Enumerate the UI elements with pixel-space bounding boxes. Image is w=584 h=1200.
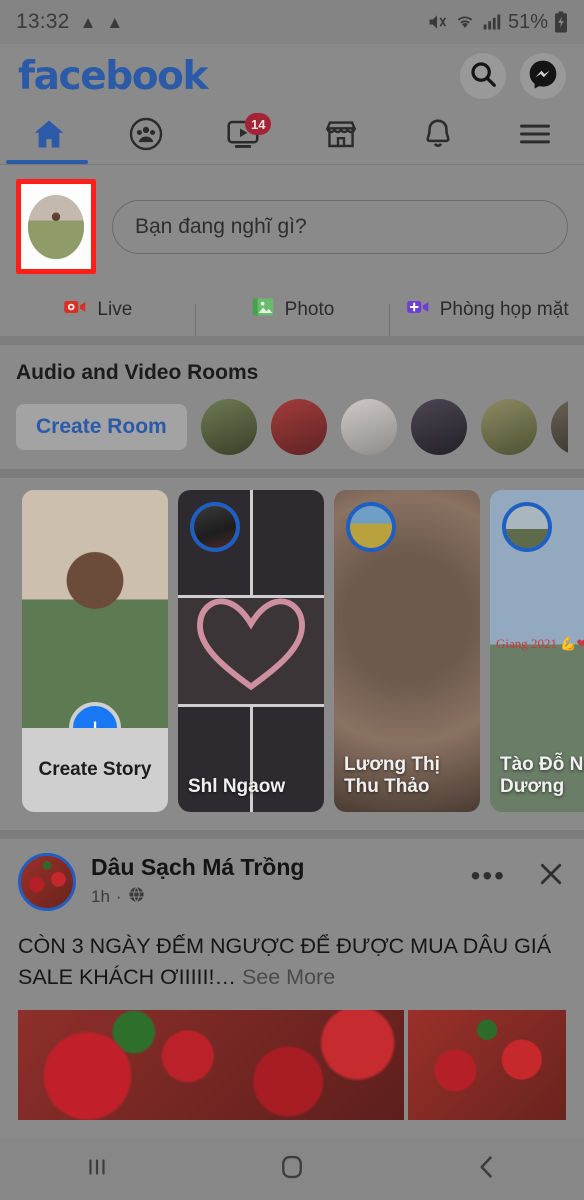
avatar-highlight-box[interactable]	[16, 179, 96, 274]
story-author-avatar	[502, 502, 552, 552]
photo-label: Photo	[284, 299, 335, 320]
sidebar-item-notifications[interactable]	[389, 108, 486, 164]
post-meta-line: 1h ·	[91, 886, 304, 908]
avatar[interactable]	[28, 194, 84, 259]
mute-icon	[426, 12, 448, 32]
post-header: Dâu Sạch Má Trồng 1h · •••	[18, 853, 566, 911]
rooms-list[interactable]: Create Room	[16, 399, 568, 455]
story-card[interactable]: Shl Ngaow	[178, 490, 324, 812]
stories-tray[interactable]: + Create Story Shl Ngaow Lương Thị Thu T…	[0, 478, 584, 830]
post-photo-grid[interactable]	[18, 1010, 566, 1121]
room-avatar-1[interactable]	[200, 399, 257, 455]
section-separator	[0, 469, 584, 478]
wifi-icon	[454, 12, 476, 32]
messenger-icon	[527, 58, 559, 95]
status-bar: 13:32 ▲ ▲ 51%	[0, 0, 584, 44]
home-button[interactable]	[195, 1153, 390, 1186]
bell-icon	[420, 116, 456, 157]
rooms-title: Audio and Video Rooms	[16, 361, 259, 384]
room-video-icon	[405, 294, 431, 326]
phone-screen: 13:32 ▲ ▲ 51% facebook 14 Bạn đang nghĩ …	[0, 0, 584, 1200]
post-body-text: CÒN 3 NGÀY ĐẾM NGƯỢC ĐỂ ĐƯỢC MUA DÂU GIÁ…	[18, 931, 566, 992]
post-photo-1[interactable]	[18, 1010, 404, 1121]
cellular-signal-icon	[482, 12, 502, 32]
battery-icon	[554, 11, 568, 33]
create-story-label: Create Story	[38, 759, 152, 780]
home-button-icon	[278, 1153, 306, 1186]
room-avatar-5[interactable]	[480, 399, 537, 455]
room-avatar-6[interactable]	[550, 399, 568, 455]
heart-drawing-icon	[192, 590, 310, 699]
post-timestamp: 1h	[91, 887, 110, 906]
more-options-icon[interactable]: •••	[471, 862, 506, 890]
live-label: Live	[97, 299, 133, 320]
sidebar-item-friends[interactable]	[97, 108, 194, 164]
story-author-name: Lương Thị Thu Thảo	[344, 754, 440, 798]
post-author-name[interactable]: Dâu Sạch Má Trồng	[91, 854, 304, 881]
story-card[interactable]: Giang 2021 💪❤ Tào Đỗ Nam Dương	[490, 490, 584, 812]
room-avatar-3[interactable]	[340, 399, 397, 455]
composer-placeholder: Bạn đang nghĩ gì?	[135, 214, 307, 238]
create-story-thumb: +	[22, 490, 168, 728]
search-icon	[468, 59, 498, 94]
meta-dot: ·	[115, 887, 122, 906]
photo-button[interactable]: Photo	[194, 294, 390, 336]
rooms-section: Audio and Video Rooms Create Room	[0, 345, 584, 469]
composer-action-row: Live Photo Phòng họp mặt	[0, 284, 584, 336]
room-label: Phòng họp mặt	[439, 299, 569, 320]
post-author-avatar[interactable]	[18, 853, 76, 911]
story-author-name: Shl Ngaow	[188, 776, 286, 798]
battery-percentage: 51%	[507, 10, 548, 33]
story-author-name: Tào Đỗ Nam Dương	[500, 754, 584, 798]
recents-icon	[84, 1154, 110, 1185]
photo-icon	[250, 294, 276, 326]
watch-badge-count: 14	[245, 113, 272, 135]
room-avatar-4[interactable]	[410, 399, 467, 455]
active-tab-indicator	[6, 160, 88, 164]
story-author-avatar	[346, 502, 396, 552]
post-composer: Bạn đang nghĩ gì?	[0, 165, 584, 284]
main-tab-bar: 14	[0, 108, 584, 164]
recents-button[interactable]	[0, 1154, 195, 1185]
story-overlay-text: Giang 2021 💪❤	[496, 636, 584, 651]
home-icon	[31, 116, 67, 157]
facebook-logo[interactable]: facebook	[18, 54, 209, 99]
live-button[interactable]: Live	[0, 294, 195, 326]
sidebar-item-menu[interactable]	[487, 108, 584, 164]
back-icon	[473, 1153, 501, 1186]
warning-triangle-icon: ▲	[106, 12, 124, 32]
status-time: 13:32	[16, 10, 70, 33]
avatar-image	[28, 194, 84, 259]
android-navigation-bar	[0, 1138, 584, 1200]
story-author-avatar	[190, 502, 240, 552]
store-icon	[323, 116, 359, 157]
hamburger-icon	[516, 115, 554, 158]
see-more-link[interactable]: See More	[242, 965, 335, 989]
room-button[interactable]: Phòng họp mặt	[389, 294, 584, 336]
warning-triangle-icon: ▲	[79, 12, 97, 32]
section-separator	[0, 336, 584, 345]
search-input[interactable]: Bạn đang nghĩ gì?	[112, 199, 568, 254]
post-photo-2[interactable]	[408, 1010, 566, 1121]
story-card[interactable]: Lương Thị Thu Thảo	[334, 490, 480, 812]
create-room-button[interactable]: Create Room	[16, 404, 187, 450]
app-header: facebook	[0, 44, 584, 108]
room-avatar-2[interactable]	[270, 399, 327, 455]
create-story-card[interactable]: + Create Story	[22, 490, 168, 812]
sidebar-item-watch[interactable]: 14	[195, 108, 292, 164]
back-button[interactable]	[389, 1153, 584, 1186]
sidebar-item-home[interactable]	[0, 108, 97, 164]
sidebar-item-marketplace[interactable]	[292, 108, 389, 164]
friends-icon	[128, 116, 164, 157]
messenger-button[interactable]	[520, 53, 566, 99]
section-separator	[0, 830, 584, 839]
feed-post: Dâu Sạch Má Trồng 1h · ••• CÒN 3 NGÀY ĐẾ…	[0, 839, 584, 1121]
live-video-icon	[62, 294, 88, 326]
globe-icon	[128, 886, 145, 908]
search-button[interactable]	[460, 53, 506, 99]
close-icon[interactable]	[536, 859, 566, 894]
